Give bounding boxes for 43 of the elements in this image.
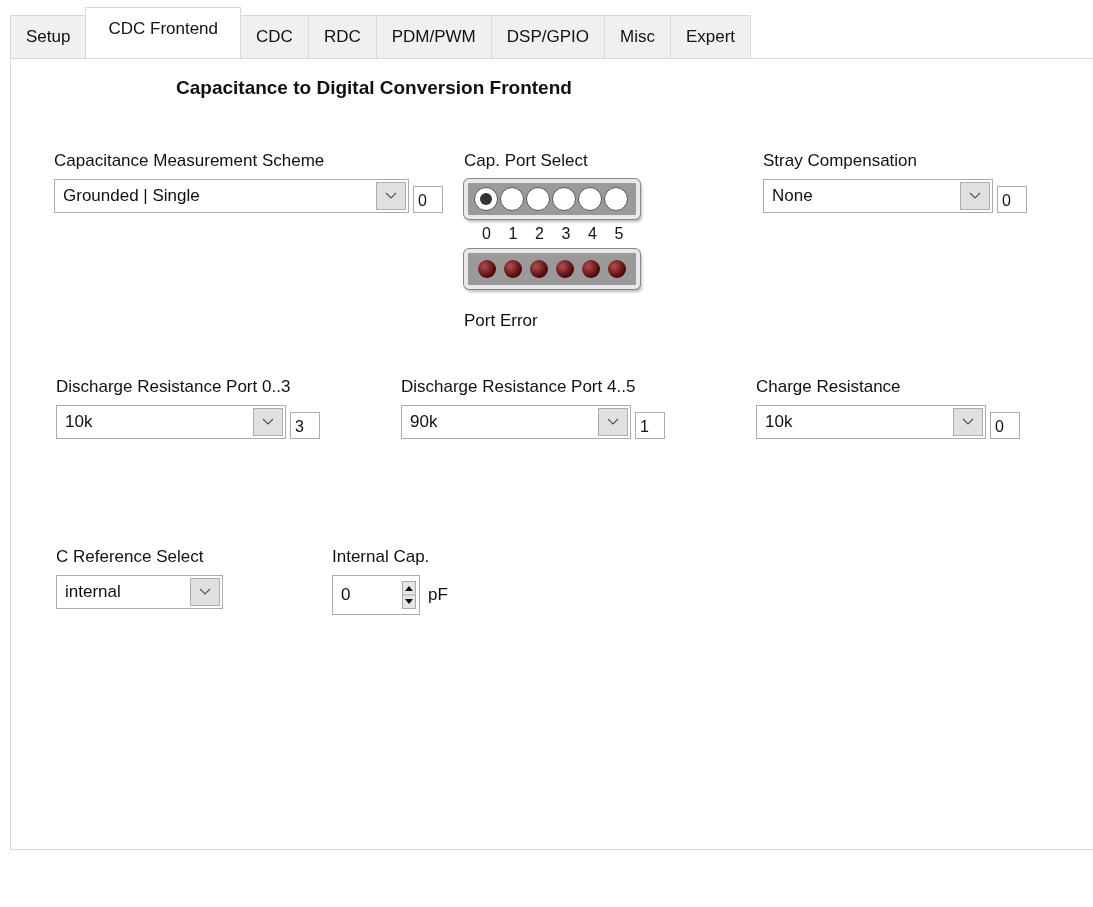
tab[interactable]: DSP/GPIO — [490, 15, 605, 58]
led-label: Port Error — [464, 311, 538, 331]
tab[interactable]: Expert — [669, 15, 752, 58]
tab[interactable]: PDM/PWM — [375, 15, 492, 58]
value-indicator: 0 — [990, 412, 1020, 439]
dropdown[interactable]: 90k — [401, 405, 631, 439]
field-label: Stray Compensation — [763, 151, 918, 171]
value-indicator: 0 — [413, 186, 443, 213]
field-label: Cap. Port Select — [464, 151, 588, 171]
radio-button[interactable] — [552, 187, 576, 211]
port-number: 4 — [587, 225, 598, 243]
panel-title: Capacitance to Digital Conversion Frontend — [176, 77, 572, 99]
dropdown[interactable]: Grounded | Single — [54, 179, 409, 213]
field-label: Charge Resistance — [756, 377, 901, 397]
dropdown[interactable]: 10k — [756, 405, 986, 439]
spin-arrows-icon[interactable] — [402, 581, 416, 609]
tab[interactable]: RDC — [307, 15, 377, 58]
field-label: Discharge Resistance Port 0..3 — [56, 377, 291, 397]
tab[interactable]: Setup — [10, 15, 87, 58]
port-number: 3 — [560, 225, 572, 243]
value-indicator: 1 — [635, 412, 665, 439]
dropdown[interactable]: None — [763, 179, 993, 213]
port-number: 5 — [613, 225, 625, 243]
field-label: Capacitance Measurement Scheme — [54, 151, 325, 171]
tab[interactable]: CDC — [240, 15, 309, 58]
radio-button[interactable] — [604, 187, 628, 211]
radio-button[interactable] — [526, 187, 550, 211]
port-number: 1 — [507, 225, 519, 243]
dropdown[interactable]: 10k — [56, 405, 286, 439]
value-indicator: 0 — [997, 186, 1027, 213]
dropdown[interactable]: internal — [56, 575, 223, 609]
port-number: 2 — [534, 225, 545, 243]
unit-label: pF — [428, 585, 448, 605]
radio-button[interactable] — [500, 187, 524, 211]
tab[interactable]: Misc — [603, 15, 671, 58]
field-label: Internal Cap. — [332, 547, 430, 567]
field-label: C Reference Select — [56, 547, 204, 567]
radio-button[interactable] — [578, 187, 602, 211]
value-indicator: 3 — [290, 412, 320, 439]
field-label: Discharge Resistance Port 4..5 — [401, 377, 636, 397]
number-field[interactable]: 0 — [332, 575, 420, 615]
port-number: 0 — [481, 225, 492, 243]
radio-button[interactable] — [474, 187, 498, 211]
